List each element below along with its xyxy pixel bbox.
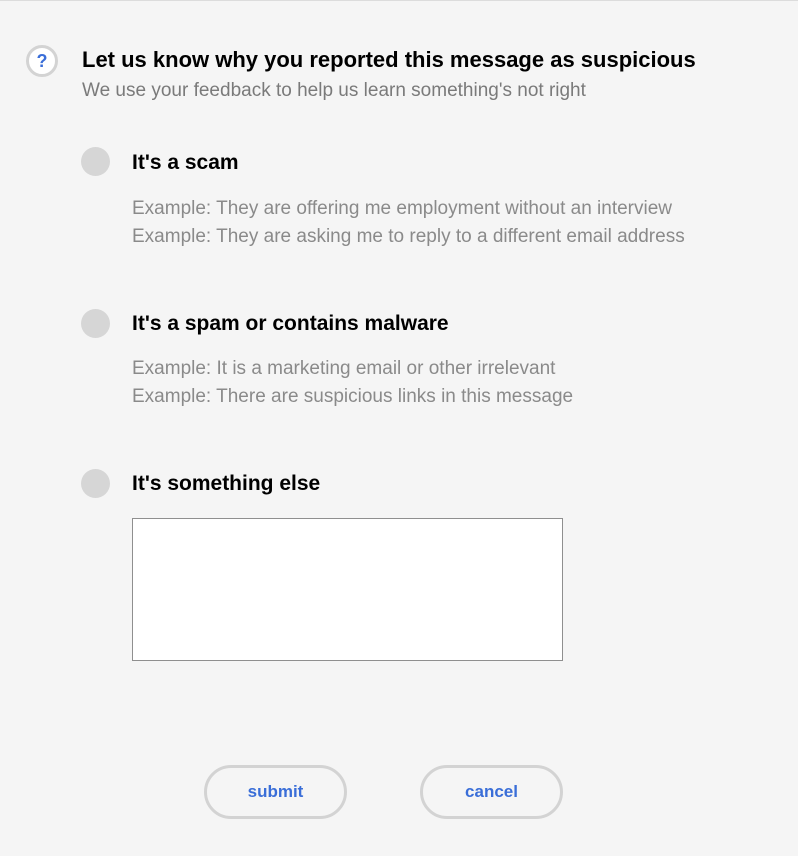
top-divider — [0, 0, 798, 1]
submit-button-label: submit — [247, 782, 304, 801]
radio-scam[interactable] — [81, 147, 110, 176]
option-label-something-else[interactable]: It's something else — [132, 472, 320, 496]
radio-spam-malware[interactable] — [81, 309, 110, 338]
something-else-textarea[interactable] — [132, 518, 563, 661]
submit-button[interactable]: submit — [204, 765, 347, 819]
radio-something-else[interactable] — [81, 469, 110, 498]
example-spam-2: Example: There are suspicious links in t… — [132, 386, 574, 407]
question-mark-icon: ? — [26, 45, 58, 77]
option-label-spam-malware[interactable]: It's a spam or contains malware — [132, 312, 449, 336]
example-scam-1: Example: They are offering me employment… — [132, 198, 673, 219]
cancel-button-label: cancel — [465, 782, 518, 801]
cancel-button[interactable]: cancel — [420, 765, 563, 819]
dialog-subtitle: We use your feedback to help us learn so… — [82, 80, 586, 101]
example-scam-2: Example: They are asking me to reply to … — [132, 226, 685, 247]
example-spam-1: Example: It is a marketing email or othe… — [132, 358, 556, 379]
dialog-title: Let us know why you reported this messag… — [82, 47, 696, 72]
question-mark-glyph: ? — [36, 50, 48, 71]
option-label-scam[interactable]: It's a scam — [132, 151, 239, 175]
